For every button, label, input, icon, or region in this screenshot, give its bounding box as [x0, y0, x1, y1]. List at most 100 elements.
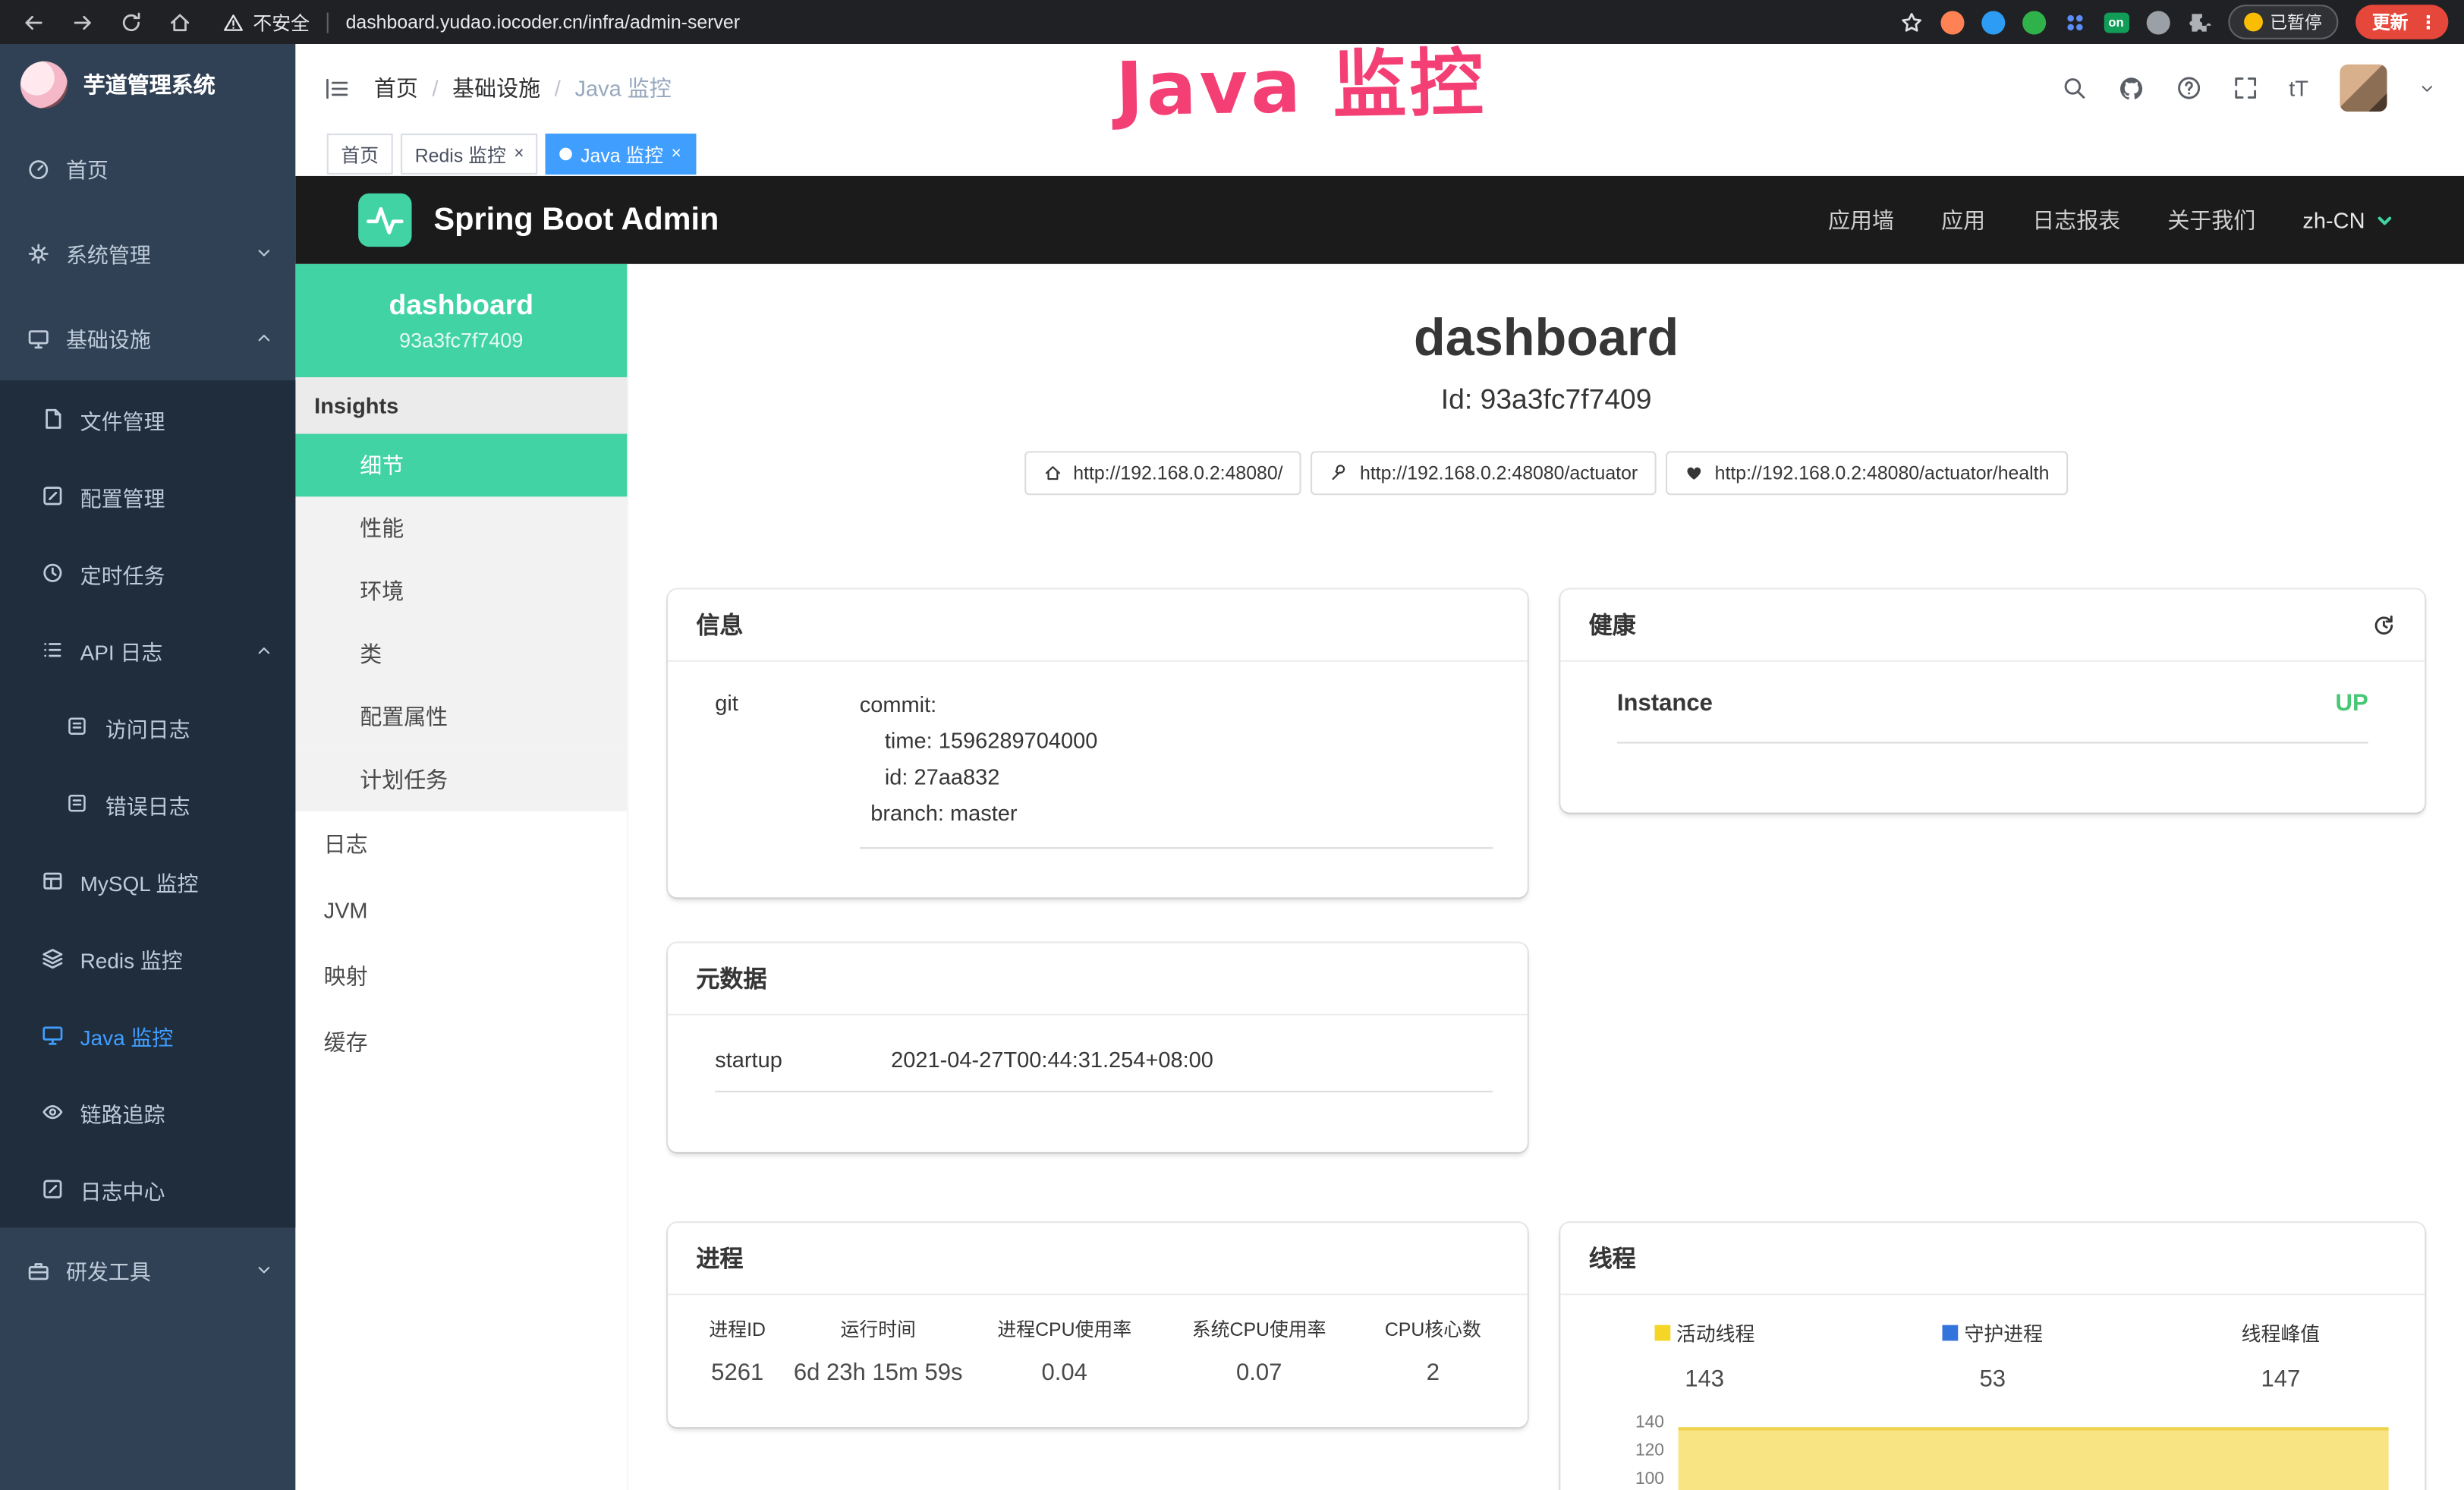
address-bar[interactable]: 不安全 dashboard.yudao.iocoder.cn/infra/adm… [223, 8, 740, 35]
browser-nav-buttons [22, 10, 192, 33]
kebab-menu-icon[interactable]: ⋮ [2419, 11, 2437, 33]
health-url-link[interactable]: http://192.168.0.2:48080/actuator/health [1666, 451, 2068, 495]
home-icon [1043, 464, 1062, 483]
service-url-link[interactable]: http://192.168.0.2:48080/ [1024, 451, 1301, 495]
tab-java[interactable]: Java 监控 × [546, 134, 696, 175]
bookmark-star-icon[interactable] [1899, 10, 1923, 33]
reload-icon[interactable] [119, 10, 143, 33]
extension-icon-4[interactable] [2146, 10, 2170, 33]
sba-item-jvm[interactable]: JVM [295, 877, 627, 943]
back-icon[interactable] [22, 10, 46, 33]
sidebar-item-config[interactable]: 配置管理 [0, 458, 295, 534]
metadata-card-body: startup 2021-04-27T00:44:31.254+08:00 [668, 1016, 1528, 1092]
legend-yellow-swatch [1654, 1325, 1670, 1340]
sidebar-item-log-center[interactable]: 日志中心 [0, 1151, 295, 1227]
y-axis-tick: 100 [1592, 1471, 1664, 1488]
document-icon [41, 407, 65, 430]
sba-link-applications[interactable]: 应用 [1941, 204, 1985, 235]
annotation-java-monitor: Java 监控 [1115, 22, 1487, 137]
sba-link-wallboard[interactable]: 应用墙 [1828, 204, 1894, 235]
extension-icon-2[interactable] [1981, 10, 2005, 33]
sidebar-item-home[interactable]: 首页 [0, 126, 295, 211]
security-label: 不安全 [253, 8, 310, 35]
legend-peak-threads: 线程峰值 147 [2137, 1317, 2425, 1392]
sidebar-submenu-infra: 文件管理 配置管理 定时任务 API 日志 访问日志 [0, 380, 295, 1227]
close-icon[interactable]: × [672, 146, 681, 163]
header-actions: tT [2061, 65, 2436, 112]
help-icon[interactable] [2176, 75, 2201, 100]
tab-redis[interactable]: Redis 监控 × [401, 134, 538, 175]
address-divider [327, 12, 329, 33]
github-icon[interactable] [2118, 74, 2145, 101]
sidebar-item-redis[interactable]: Redis 监控 [0, 919, 295, 996]
extension-grid-icon[interactable] [2063, 10, 2086, 33]
extension-on-badge[interactable]: on [2104, 12, 2129, 33]
sba-item-caches[interactable]: 缓存 [295, 1009, 627, 1075]
sidebar-item-infra[interactable]: 基础设施 [0, 295, 295, 380]
instance-id-line: Id: 93a3fc7f7409 [628, 383, 2464, 416]
fullscreen-icon[interactable] [2233, 75, 2258, 100]
sba-item-classes[interactable]: 类 [295, 622, 627, 685]
chevron-down-icon [2374, 209, 2395, 230]
breadcrumb-separator: / [432, 75, 438, 100]
edit-icon [41, 484, 65, 508]
sidebar-item-java[interactable]: Java 监控 [0, 997, 295, 1073]
metadata-value: 2021-04-27T00:44:31.254+08:00 [891, 1047, 1213, 1072]
instance-links: http://192.168.0.2:48080/ http://192.168… [628, 451, 2464, 495]
chevron-up-icon [254, 329, 273, 348]
sba-link-about[interactable]: 关于我们 [2167, 204, 2255, 235]
sba-item-metrics[interactable]: 性能 [295, 496, 627, 559]
document-icon [66, 792, 90, 816]
sidebar-item-error-log[interactable]: 错误日志 [0, 765, 295, 842]
home-icon[interactable] [168, 10, 192, 33]
search-icon[interactable] [2061, 75, 2086, 100]
sba-item-config-props[interactable]: 配置属性 [295, 685, 627, 748]
sidebar-item-mysql[interactable]: MySQL 监控 [0, 843, 295, 919]
sidebar-item-dev-tools[interactable]: 研发工具 [0, 1227, 295, 1312]
sba-item-logs[interactable]: 日志 [295, 811, 627, 877]
sba-item-scheduled-tasks[interactable]: 计划任务 [295, 748, 627, 811]
breadcrumb: 首页 / 基础设施 / Java 监控 [374, 72, 672, 103]
sidebar-item-file[interactable]: 文件管理 [0, 380, 295, 457]
gear-icon [27, 241, 50, 265]
user-avatar[interactable] [2340, 65, 2387, 112]
close-icon[interactable]: × [514, 146, 524, 163]
sidebar-item-job[interactable]: 定时任务 [0, 534, 295, 611]
sba-item-details[interactable]: 细节 [295, 434, 627, 497]
font-size-icon[interactable]: tT [2289, 75, 2308, 100]
sba-instance-block[interactable]: dashboard 93a3fc7f7409 [295, 264, 627, 377]
sidebar-item-access-log[interactable]: 访问日志 [0, 688, 295, 765]
sba-section-insights: Insights [295, 377, 627, 434]
info-card: 信息 git commit: time: 1596289704000 id: 2… [668, 590, 1528, 898]
actuator-url-link[interactable]: http://192.168.0.2:48080/actuator [1311, 451, 1657, 495]
metadata-card: 元数据 startup 2021-04-27T00:44:31.254+08:0… [668, 943, 1528, 1151]
tab-home[interactable]: 首页 [327, 134, 393, 175]
history-icon[interactable] [2371, 613, 2396, 638]
caret-down-icon[interactable] [2418, 80, 2436, 97]
extension-icon-1[interactable] [1940, 10, 1964, 33]
sidebar-item-system[interactable]: 系统管理 [0, 210, 295, 295]
process-card-body: 进程ID 5261 运行时间 6d 23h 15m 59s 进程CPU使用率 0… [668, 1295, 1528, 1386]
sba-locale-select[interactable]: zh-CN [2302, 207, 2394, 232]
list-icon [41, 638, 65, 662]
puzzle-icon[interactable] [2187, 10, 2211, 33]
app-logo[interactable]: 芋道管理系统 [0, 44, 295, 126]
breadcrumb-infra[interactable]: 基础设施 [452, 72, 540, 103]
sidebar-item-trace[interactable]: 链路追踪 [0, 1073, 295, 1150]
paused-badge[interactable]: 已暂停 [2227, 5, 2337, 39]
table-icon [41, 869, 65, 893]
breadcrumb-home[interactable]: 首页 [374, 72, 418, 103]
y-axis-tick: 140 [1592, 1415, 1664, 1432]
browser-update-button[interactable]: 更新 ⋮ [2355, 5, 2448, 39]
sba-brand[interactable]: Spring Boot Admin [434, 202, 719, 238]
extension-icon-3[interactable] [2022, 10, 2046, 33]
sba-item-mappings[interactable]: 映射 [295, 943, 627, 1009]
sba-link-journal[interactable]: 日志报表 [2032, 204, 2120, 235]
forward-icon[interactable] [71, 10, 94, 33]
health-card-header: 健康 [1560, 590, 2425, 662]
sba-item-environment[interactable]: 环境 [295, 559, 627, 622]
sidebar-item-api-log[interactable]: API 日志 [0, 612, 295, 688]
sidebar-toggle-icon[interactable] [324, 74, 351, 101]
health-card-title: 健康 [1589, 608, 1636, 641]
sba-logo-icon[interactable] [358, 194, 411, 247]
